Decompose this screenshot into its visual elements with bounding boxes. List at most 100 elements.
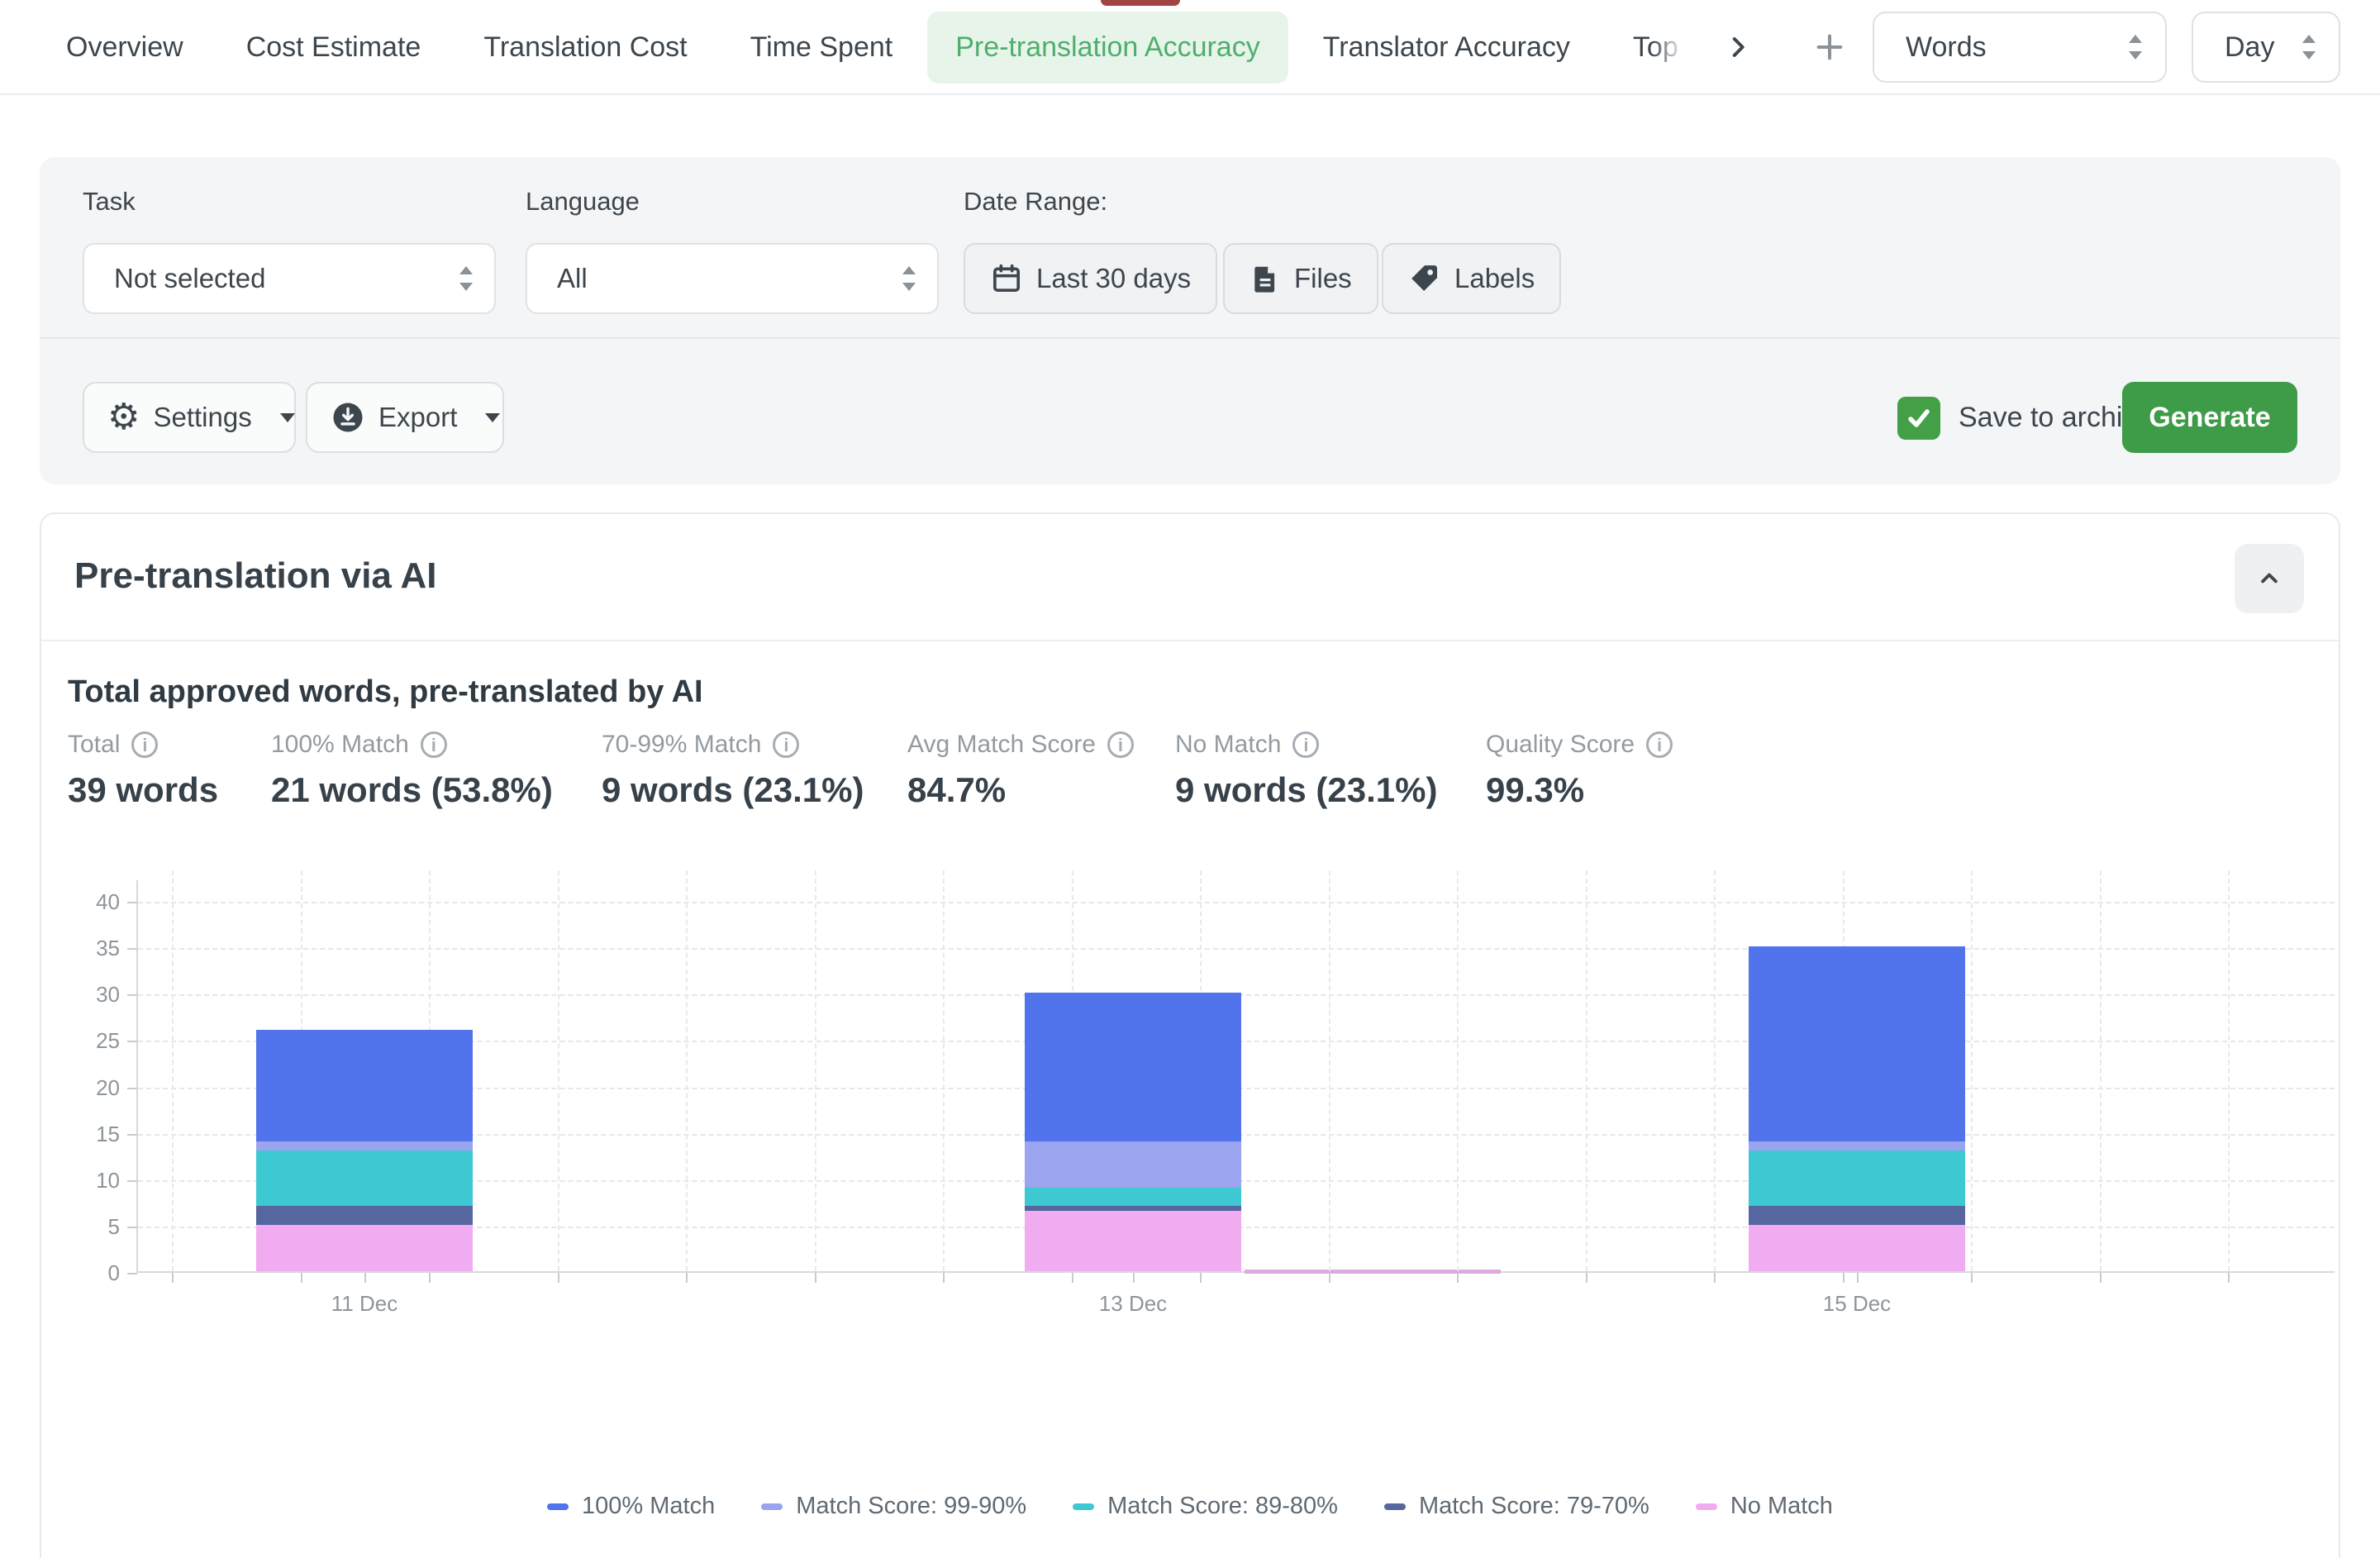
v-gridline [2228,870,2230,1271]
stat-70-99-match: 70-99% Match 9 words (23.1%) [602,731,864,810]
x-axis-tick [1072,1273,1073,1283]
y-axis-tick [127,902,137,903]
legend-item[interactable]: Match Score: 99-90% [761,1493,1026,1520]
y-tick-label: 0 [37,1260,120,1286]
bar-segment[interactable] [1749,946,1965,1141]
save-to-archive-checkbox[interactable] [1897,397,1940,440]
add-tab-button[interactable] [1807,25,1852,69]
info-icon[interactable] [1292,731,1319,758]
panel-divider [41,640,2339,641]
task-select-value: Not selected [114,263,265,294]
language-select[interactable]: All [526,243,939,314]
legend-label: Match Score: 79-70% [1419,1493,1649,1520]
h-gridline [138,948,2335,950]
filter-panel-divider [40,337,2340,339]
y-tick-label: 15 [37,1122,120,1147]
tab-pre-translation-accuracy[interactable]: Pre-translation Accuracy [927,12,1288,83]
period-select[interactable]: Day [2192,12,2340,83]
select-caret-icon [2301,34,2317,60]
x-axis-tick [1843,1273,1844,1283]
v-gridline [558,870,559,1271]
bar-segment[interactable] [1749,1141,1965,1151]
bar-segment[interactable] [1749,1151,1965,1206]
stat-value: 21 words (53.8%) [271,770,553,810]
plus-icon [1813,31,1846,64]
h-gridline [138,902,2335,903]
legend-item[interactable]: No Match [1696,1493,1833,1520]
tab-top-truncated[interactable]: Top [1605,12,1706,83]
legend-item[interactable]: 100% Match [547,1493,715,1520]
stat-label: 100% Match [271,731,409,759]
collapse-panel-button[interactable] [2235,544,2304,613]
bar-segment[interactable] [256,1141,473,1151]
bar-segment[interactable] [1025,1141,1241,1188]
stacked-bar-11-dec[interactable] [256,1030,473,1271]
v-gridline [172,870,174,1271]
language-label: Language [526,187,640,217]
chevron-right-icon [1724,33,1752,61]
x-axis-tick [1133,1273,1135,1283]
v-gridline [2100,870,2102,1271]
info-icon[interactable] [1646,731,1673,758]
select-caret-icon [901,265,917,292]
bar-segment[interactable] [1025,1188,1241,1206]
bar-segment[interactable] [1749,1206,1965,1224]
x-axis-tick [686,1273,688,1283]
page: Overview Cost Estimate Translation Cost … [0,0,2380,1558]
v-gridline [1714,870,1716,1271]
stat-100-match: 100% Match 21 words (53.8%) [271,731,553,810]
stacked-bar-15-dec[interactable] [1749,946,1965,1271]
y-axis-tick [127,948,137,950]
tab-cost-estimate[interactable]: Cost Estimate [218,12,450,83]
bar-segment[interactable] [256,1030,473,1141]
x-axis-tick [301,1273,302,1283]
bar-segment[interactable] [1025,993,1241,1141]
legend-item[interactable]: Match Score: 79-70% [1384,1493,1649,1520]
generate-button[interactable]: Generate [2122,382,2297,453]
stat-avg-match-score: Avg Match Score 84.7% [907,731,1134,810]
unit-select-value: Words [1906,31,1987,64]
files-button[interactable]: Files [1223,243,1378,314]
stat-label: No Match [1175,731,1281,759]
x-axis-tick [1714,1273,1716,1283]
legend-item[interactable]: Match Score: 89-80% [1073,1493,1338,1520]
y-tick-label: 30 [37,982,120,1008]
info-icon[interactable] [1107,731,1134,758]
bar-segment[interactable] [256,1151,473,1206]
y-axis-tick [127,1227,137,1228]
bar-segment[interactable] [256,1225,473,1271]
export-button[interactable]: Export [306,382,504,453]
tab-overview[interactable]: Overview [38,12,212,83]
x-axis-tick [2100,1273,2102,1283]
date-range-button[interactable]: Last 30 days [964,243,1217,314]
unit-select[interactable]: Words [1873,12,2167,83]
info-icon[interactable] [421,731,447,758]
stacked-bar-13-dec[interactable] [1025,993,1241,1271]
bar-segment[interactable] [1025,1211,1241,1271]
stat-label: Total [68,731,120,759]
settings-button-label: Settings [153,402,251,433]
tabs-scroll-right-button[interactable] [1715,24,1761,70]
legend-swatch-icon [547,1503,569,1510]
legend-swatch-icon [1384,1503,1406,1510]
tab-translation-cost[interactable]: Translation Cost [455,12,715,83]
v-gridline [1971,870,1973,1271]
task-select[interactable]: Not selected [83,243,496,314]
tab-translator-accuracy[interactable]: Translator Accuracy [1295,12,1598,83]
filter-panel: Task Language Date Range: Not selected A… [40,157,2340,484]
bar-segment[interactable] [256,1206,473,1224]
legend-label: Match Score: 99-90% [796,1493,1026,1520]
report-tabbar: Overview Cost Estimate Translation Cost … [38,0,1852,94]
info-icon[interactable] [131,731,158,758]
tab-time-spent[interactable]: Time Spent [722,12,921,83]
v-gridline [686,870,688,1271]
settings-button[interactable]: ⚙ Settings [83,382,296,453]
labels-button[interactable]: Labels [1382,243,1561,314]
legend-swatch-icon [1073,1503,1094,1510]
info-icon[interactable] [773,731,799,758]
bar-segment[interactable] [1749,1225,1965,1271]
legend-label: Match Score: 89-80% [1107,1493,1338,1520]
legend-swatch-icon [761,1503,783,1510]
v-gridline [1586,870,1587,1271]
x-axis-tick [1457,1273,1459,1283]
